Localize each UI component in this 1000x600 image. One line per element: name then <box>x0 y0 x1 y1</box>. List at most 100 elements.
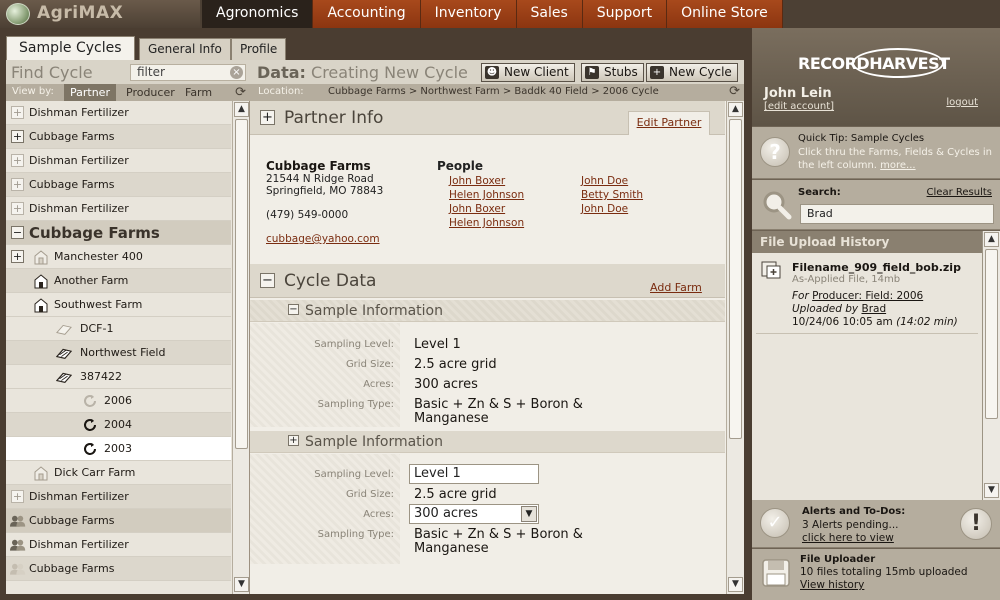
tree-row[interactable]: Cubbage Farms <box>6 509 231 533</box>
expand-icon[interactable]: + <box>11 106 24 119</box>
nav-online-store[interactable]: Online Store <box>667 0 783 28</box>
scroll-up-icon[interactable]: ▲ <box>234 102 249 117</box>
upload-history-scrollbar[interactable]: ▲ ▼ <box>982 231 1000 500</box>
tree-row[interactable]: Another Farm <box>6 269 231 293</box>
expand-icon[interactable]: + <box>11 178 24 191</box>
find-cycle-header: Find Cycle filter × <box>6 60 250 84</box>
tree-row[interactable]: Northwest Field <box>6 341 231 365</box>
tree-row[interactable]: DCF-1 <box>6 317 231 341</box>
refresh-icon[interactable]: ⟳ <box>729 84 740 99</box>
tree-row[interactable]: + Dishman Fertilizer <box>6 197 231 221</box>
tree-scrollbar[interactable]: ▲ ▼ <box>232 101 249 594</box>
sample-info-header: − Sample Information <box>250 300 725 322</box>
person-link[interactable]: Helen Johnson <box>449 189 524 201</box>
acres-select[interactable]: 300 acres ▼ <box>409 504 539 524</box>
sampling-level-input[interactable]: Level 1 <box>409 464 539 484</box>
tree-row[interactable]: 387422 <box>6 365 231 389</box>
expand-icon[interactable]: + <box>260 110 275 125</box>
alert-icon: ! <box>960 508 992 540</box>
stubs-label: Stubs <box>604 65 638 79</box>
tree-row-label: Northwest Field <box>80 346 166 359</box>
tree-row[interactable]: + Cubbage Farms <box>6 125 231 149</box>
scroll-thumb[interactable] <box>729 119 742 439</box>
person-link[interactable]: Betty Smith <box>581 189 643 201</box>
person-link[interactable]: John Doe <box>581 175 628 187</box>
nav-sales[interactable]: Sales <box>516 0 583 28</box>
tree-row[interactable]: + Cubbage Farms <box>6 173 231 197</box>
upload-for-link[interactable]: Producer: Field: 2006 <box>812 290 923 302</box>
view-by-producer[interactable]: Producer <box>120 84 181 101</box>
tree-row[interactable]: + Manchester 400 <box>6 245 231 269</box>
upload-by-link[interactable]: Brad <box>861 303 886 315</box>
person-link[interactable]: John Doe <box>581 203 628 215</box>
chevron-down-icon[interactable]: ▼ <box>521 506 537 522</box>
refresh-icon[interactable]: ⟳ <box>235 85 246 100</box>
scroll-thumb[interactable] <box>235 119 248 449</box>
tree-row[interactable]: + Dishman Fertilizer <box>6 485 231 509</box>
sampling-level-input-value: Level 1 <box>414 466 461 481</box>
expand-icon[interactable]: + <box>288 435 299 446</box>
tab-general-info[interactable]: General Info <box>139 38 231 60</box>
tree-row[interactable]: + Dishman Fertilizer <box>6 101 231 125</box>
collapse-icon[interactable]: − <box>260 273 275 288</box>
new-client-button[interactable]: ☻ New Client <box>481 63 575 82</box>
scroll-down-icon[interactable]: ▼ <box>984 483 999 498</box>
tree-row-selected[interactable]: 2003 <box>6 437 231 461</box>
logout-link[interactable]: logout <box>946 97 978 108</box>
partner-email[interactable]: cubbage@yahoo.com <box>266 233 380 245</box>
expand-icon[interactable]: + <box>11 130 24 143</box>
edit-account-link[interactable]: [edit account] <box>764 101 834 112</box>
tree-row-label: Dishman Fertilizer <box>29 202 129 215</box>
view-by-partner[interactable]: Partner <box>64 84 116 101</box>
edit-partner-link[interactable]: Edit Partner <box>637 116 702 129</box>
tab-sample-cycles[interactable]: Sample Cycles <box>6 36 135 60</box>
new-cycle-button[interactable]: + New Cycle <box>646 63 738 82</box>
tree-row-label: Southwest Farm <box>54 298 143 311</box>
expand-icon[interactable]: + <box>11 154 24 167</box>
tree-row[interactable]: Dick Carr Farm <box>6 461 231 485</box>
scroll-down-icon[interactable]: ▼ <box>728 577 743 592</box>
tree-row[interactable]: Southwest Farm <box>6 293 231 317</box>
clear-results-link[interactable]: Clear Results <box>927 187 992 198</box>
tab-profile[interactable]: Profile <box>231 38 287 60</box>
content-scrollbar[interactable]: ▲ ▼ <box>726 101 744 594</box>
view-by-farm[interactable]: Farm <box>179 84 218 101</box>
collapse-icon[interactable]: − <box>11 226 24 239</box>
nav-agronomics[interactable]: Agronomics <box>202 0 314 28</box>
person-link[interactable]: John Boxer <box>449 203 505 215</box>
filter-input[interactable]: filter × <box>130 64 246 81</box>
nav-inventory[interactable]: Inventory <box>420 0 517 28</box>
upload-by-label: Uploaded by <box>792 303 859 315</box>
tree-row[interactable]: + Dishman Fertilizer <box>6 149 231 173</box>
tree-row-label: Manchester 400 <box>54 250 143 263</box>
collapse-icon[interactable]: − <box>288 304 299 315</box>
expand-icon[interactable]: + <box>11 250 24 263</box>
view-history-link[interactable]: View history <box>800 579 864 591</box>
field-icon <box>56 324 72 335</box>
scroll-thumb[interactable] <box>985 249 998 419</box>
add-farm-link[interactable]: Add Farm <box>650 281 702 294</box>
expand-icon[interactable]: + <box>11 202 24 215</box>
expand-icon[interactable]: + <box>11 490 24 503</box>
edit-partner-tab[interactable]: Edit Partner <box>628 111 710 135</box>
person-link[interactable]: John Boxer <box>449 175 505 187</box>
nav-accounting[interactable]: Accounting <box>313 0 421 28</box>
alerts-link[interactable]: click here to view <box>802 532 894 544</box>
search-input[interactable]: Brad <box>800 204 994 224</box>
nav-support[interactable]: Support <box>582 0 668 28</box>
scroll-up-icon[interactable]: ▲ <box>984 232 999 247</box>
tree-row[interactable]: 2004 <box>6 413 231 437</box>
scroll-up-icon[interactable]: ▲ <box>728 102 743 117</box>
stubs-button[interactable]: ⚑ Stubs <box>581 63 644 82</box>
more-link[interactable]: more... <box>880 160 915 171</box>
tree-row[interactable]: 2006 <box>6 389 231 413</box>
cycle-data-header: − Cycle Data Add Farm <box>250 264 725 298</box>
tree-row[interactable]: Dishman Fertilizer <box>6 533 231 557</box>
clear-filter-icon[interactable]: × <box>230 66 243 79</box>
tree-row-expanded[interactable]: − Cubbage Farms <box>6 221 231 245</box>
person-link[interactable]: Helen Johnson <box>449 217 524 229</box>
scroll-down-icon[interactable]: ▼ <box>234 577 249 592</box>
upload-history-list: Filename_909_field_bob.zip As-Applied Fi… <box>752 253 982 500</box>
app-logo[interactable]: AgriMAX <box>0 0 200 28</box>
tree-row[interactable]: Cubbage Farms <box>6 557 231 581</box>
